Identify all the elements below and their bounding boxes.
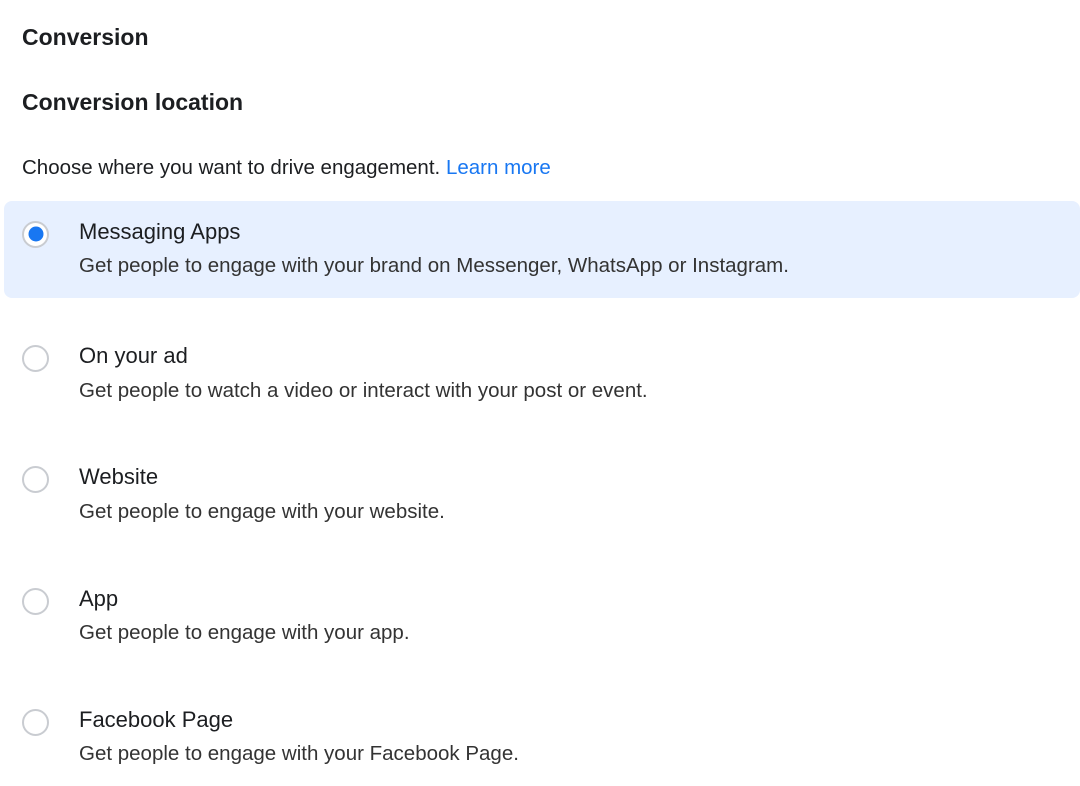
radio-description: Get people to engage with your Facebook …: [79, 740, 1058, 769]
radio-button-icon: [22, 709, 49, 736]
radio-option-website[interactable]: Website Get people to engage with your w…: [4, 446, 1080, 543]
radio-content: App Get people to engage with your app.: [79, 585, 1058, 648]
radio-content: Facebook Page Get people to engage with …: [79, 706, 1058, 769]
radio-title: Website: [79, 463, 1058, 492]
radio-description: Get people to engage with your website.: [79, 498, 1058, 527]
radio-option-on-your-ad[interactable]: On your ad Get people to watch a video o…: [4, 325, 1080, 422]
radio-content: On your ad Get people to watch a video o…: [79, 342, 1058, 405]
radio-title: Messaging Apps: [79, 218, 1058, 247]
radio-title: On your ad: [79, 342, 1058, 371]
radio-description: Get people to watch a video or interact …: [79, 377, 1058, 406]
radio-option-messaging-apps[interactable]: Messaging Apps Get people to engage with…: [4, 201, 1080, 298]
radio-button-icon: [22, 588, 49, 615]
conversion-location-radio-group: Messaging Apps Get people to engage with…: [4, 201, 1080, 786]
radio-option-app[interactable]: App Get people to engage with your app.: [4, 568, 1080, 665]
radio-description: Get people to engage with your brand on …: [79, 252, 1058, 281]
radio-content: Website Get people to engage with your w…: [79, 463, 1058, 526]
radio-option-facebook-page[interactable]: Facebook Page Get people to engage with …: [4, 689, 1080, 786]
description-content: Choose where you want to drive engagemen…: [22, 156, 440, 179]
radio-button-icon: [22, 466, 49, 493]
radio-content: Messaging Apps Get people to engage with…: [79, 218, 1058, 281]
radio-title: Facebook Page: [79, 706, 1058, 735]
description-text: Choose where you want to drive engagemen…: [22, 154, 1058, 183]
radio-title: App: [79, 585, 1058, 614]
learn-more-link[interactable]: Learn more: [446, 156, 551, 179]
radio-button-icon: [22, 345, 49, 372]
subsection-title: Conversion location: [22, 89, 1058, 116]
radio-description: Get people to engage with your app.: [79, 619, 1058, 648]
section-title: Conversion: [22, 24, 1058, 51]
radio-button-icon: [22, 221, 49, 248]
